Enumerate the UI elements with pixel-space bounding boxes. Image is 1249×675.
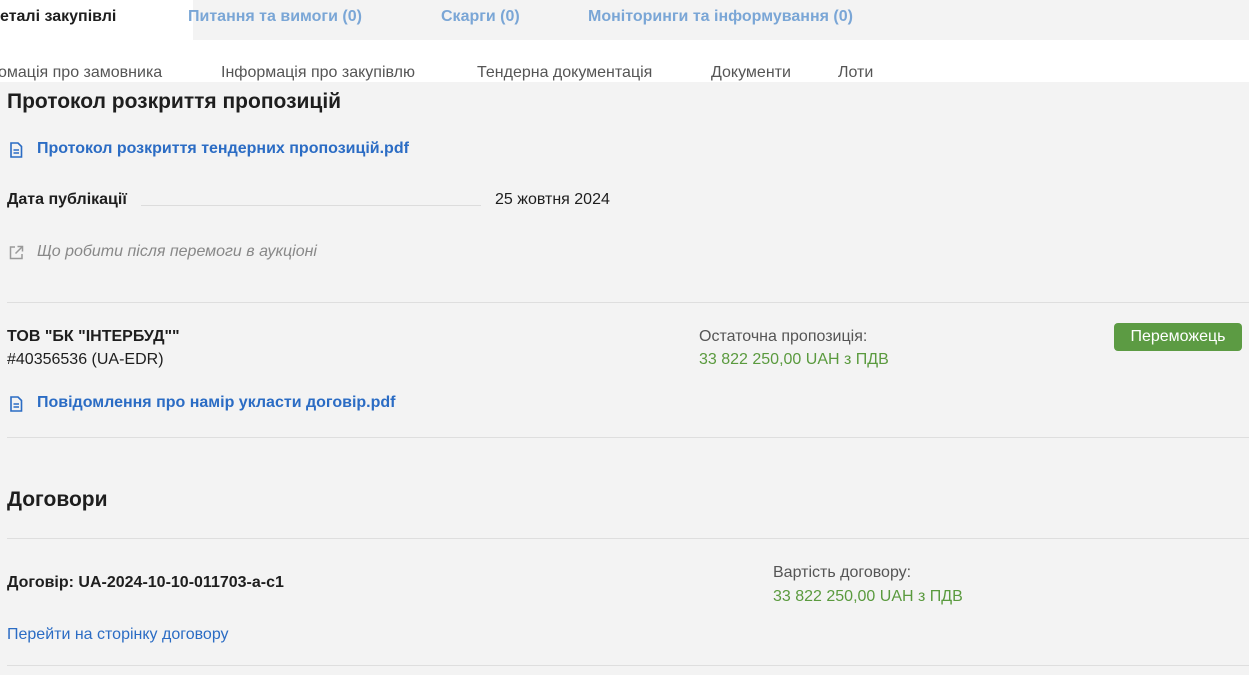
tab-procurement-details[interactable]: еталі закупівлі (0, 0, 193, 40)
subnav-documents[interactable]: Документи (711, 64, 791, 82)
winner-badge: Переможець (1114, 323, 1242, 351)
publication-date-label: Дата публікації (7, 191, 127, 208)
contract-id: Договір: UA-2024-10-10-011703-a-c1 (7, 574, 284, 591)
divider (7, 437, 1249, 438)
contract-page-link[interactable]: Перейти на сторінку договору (7, 626, 229, 644)
subnav-tender-docs[interactable]: Тендерна документація (477, 64, 652, 82)
subnav-procurement-info[interactable]: Інформація про закупівлю (221, 64, 415, 82)
protocol-file-link[interactable]: Протокол розкриття тендерних пропозицій.… (37, 140, 409, 158)
contract-value: 33 822 250,00 UAH з ПДВ (773, 588, 963, 605)
document-icon (9, 142, 23, 158)
divider (7, 538, 1249, 539)
publication-date-value: 25 жовтня 2024 (495, 191, 610, 208)
subnav-lots[interactable]: Лоти (838, 64, 873, 82)
external-link-icon (9, 245, 24, 260)
document-icon (9, 396, 23, 412)
protocol-title: Протокол розкриття пропозицій (7, 90, 342, 113)
date-leader-line (141, 205, 481, 206)
after-auction-help-link[interactable]: Що робити після перемоги в аукціоні (37, 243, 317, 261)
final-offer-label: Остаточна пропозиція: (699, 328, 868, 345)
final-offer-value: 33 822 250,00 UAH з ПДВ (699, 351, 889, 368)
procurement-tabs: еталі закупівлі Питання та вимоги (0) Ск… (0, 0, 1249, 40)
divider (7, 302, 1249, 303)
tab-monitoring[interactable]: Моніторинги та інформування (0) (588, 0, 853, 40)
contract-value-label: Вартість договору: (773, 564, 912, 581)
tab-questions[interactable]: Питання та вимоги (0) (188, 0, 362, 40)
contracts-title: Договори (7, 488, 108, 511)
winner-edr: #40356536 (UA-EDR) (7, 351, 164, 368)
section-subnav: омація про замовника Інформація про заку… (0, 40, 1249, 82)
divider (7, 665, 1249, 666)
subnav-customer-info[interactable]: омація про замовника (0, 64, 162, 82)
intent-notice-link[interactable]: Повідомлення про намір укласти договір.p… (37, 394, 396, 412)
tab-complaints[interactable]: Скарги (0) (441, 0, 520, 40)
winner-name: ТОВ "БК "ІНТЕРБУД"" (7, 328, 180, 345)
